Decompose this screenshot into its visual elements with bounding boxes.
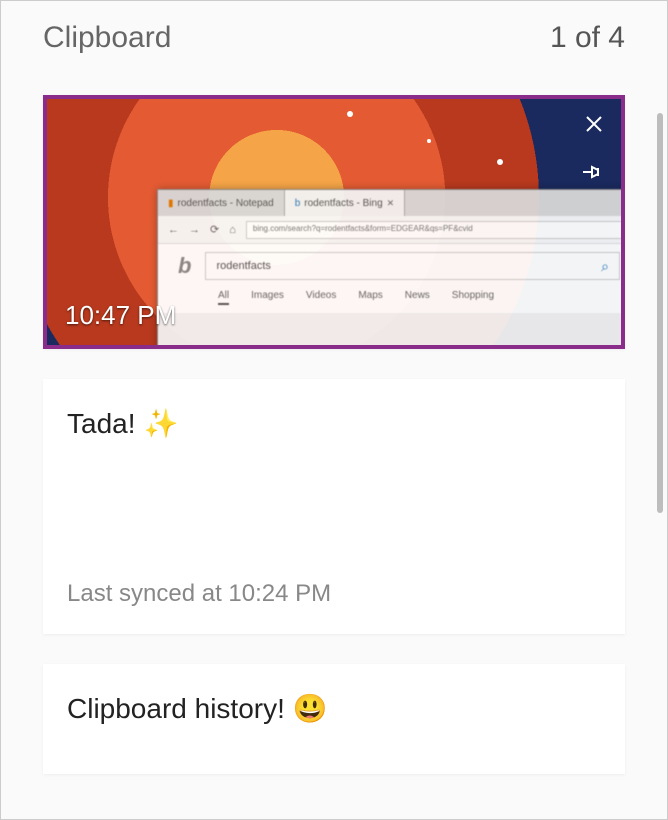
search-query-text: rodentfacts: [216, 260, 270, 272]
clipboard-item-text[interactable]: Tada! ✨ Last synced at 10:24 PM: [43, 379, 625, 634]
item-timestamp: 10:47 PM: [65, 300, 176, 331]
panel-title: Clipboard: [43, 21, 171, 55]
item-actions: [579, 109, 609, 187]
result-tabs: All Images Videos Maps News Shopping: [178, 290, 620, 305]
page-content: b rodentfacts ⌕ All Images Videos Maps N…: [158, 244, 625, 313]
browser-tab-active: b rodentfacts - Bing ✕: [285, 190, 405, 216]
search-box: rodentfacts ⌕: [205, 252, 620, 280]
item-text: Clipboard history! 😃: [67, 692, 601, 725]
browser-tabstrip: ▮ rodentfacts - Notepad b rodentfacts - …: [158, 190, 625, 216]
browser-window: ▮ rodentfacts - Notepad b rodentfacts - …: [157, 189, 625, 349]
clipboard-item-text[interactable]: Clipboard history! 😃: [43, 664, 625, 774]
result-tab: All: [218, 290, 229, 305]
search-icon: ⌕: [601, 258, 609, 275]
result-tab: Videos: [306, 290, 336, 305]
browser-toolbar: ← → ⟳ ⌂ bing.com/search?q=rodentfacts&fo…: [158, 216, 625, 244]
result-tab: Images: [251, 290, 284, 305]
close-icon: [584, 114, 604, 134]
sync-status: Last synced at 10:24 PM: [67, 580, 601, 608]
delete-button[interactable]: [579, 109, 609, 139]
panel-header: Clipboard 1 of 4: [1, 1, 667, 65]
tab-label: rodentfacts - Bing: [304, 198, 382, 209]
bing-logo-icon: b: [178, 253, 191, 279]
nav-forward-icon: →: [189, 224, 200, 236]
nav-back-icon: ←: [168, 224, 179, 236]
pin-icon: [582, 163, 606, 181]
browser-tab: ▮ rodentfacts - Notepad: [158, 190, 285, 216]
text-content: Tada!: [67, 408, 136, 440]
item-count: 1 of 4: [550, 21, 625, 55]
address-bar: bing.com/search?q=rodentfacts&form=EDGEA…: [246, 221, 625, 239]
result-tab: Shopping: [452, 290, 494, 305]
smiley-icon: 😃: [293, 692, 328, 725]
nav-home-icon: ⌂: [229, 224, 236, 236]
clipboard-item-image[interactable]: ▮ rodentfacts - Notepad b rodentfacts - …: [43, 95, 625, 349]
tab-close-icon: ✕: [387, 198, 395, 209]
sparkles-icon: ✨: [144, 407, 179, 440]
nav-refresh-icon: ⟳: [210, 223, 219, 236]
result-tab: Maps: [358, 290, 382, 305]
pin-button[interactable]: [579, 157, 609, 187]
scrollbar-thumb[interactable]: [657, 113, 663, 513]
result-tab: News: [405, 290, 430, 305]
tab-label: rodentfacts - Notepad: [178, 198, 274, 209]
clipboard-list[interactable]: ▮ rodentfacts - Notepad b rodentfacts - …: [1, 65, 667, 785]
item-text: Tada! ✨: [67, 407, 601, 440]
text-content: Clipboard history!: [67, 693, 285, 725]
